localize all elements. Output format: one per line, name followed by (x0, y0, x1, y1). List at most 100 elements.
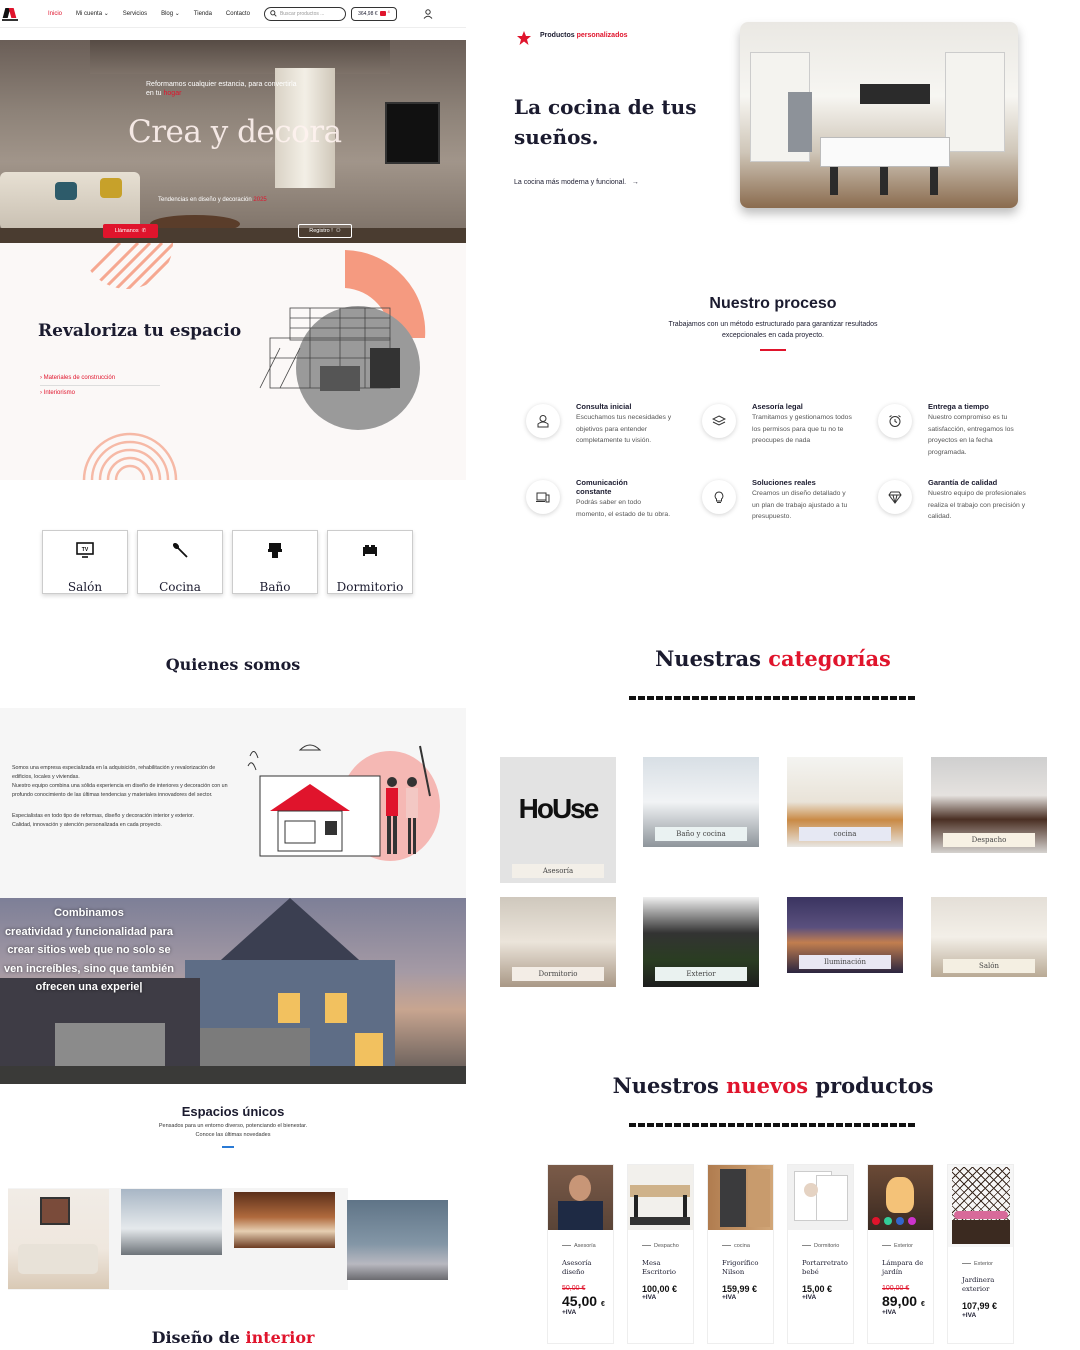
nav-servicios[interactable]: Servicios (123, 11, 147, 17)
nav-contacto[interactable]: Contacto (226, 11, 250, 17)
product-iva: +IVA (562, 1309, 577, 1316)
devices-icon (526, 480, 560, 514)
nav-inicio[interactable]: Inicio (48, 11, 62, 17)
product-price: 100,00 € (642, 1284, 678, 1294)
category-label: Iluminación (799, 955, 891, 969)
user-account-icon[interactable] (423, 8, 433, 19)
diseno-title: Diseño de interior (151, 1328, 315, 1347)
category-iluminacion[interactable]: Iluminación (787, 897, 903, 973)
espacios-subtitle: Pensados para un entorno diverso, potenc… (158, 1123, 308, 1138)
category-despacho[interactable]: Despacho (931, 757, 1047, 853)
nav-blog[interactable]: Blog ⌄ (161, 10, 180, 17)
category-label: Asesoría (512, 864, 604, 878)
product-image (708, 1165, 773, 1230)
dashed-divider (629, 1123, 917, 1127)
product-card[interactable]: Despacho Mesa Escritorio 100,00 € +IVA (627, 1164, 694, 1344)
product-card[interactable]: Exterior Jardinera exterior 107,99 € +IV… (947, 1164, 1014, 1344)
house-illustration (247, 744, 440, 861)
quienes-paragraph: Calidad, innovación y atención personali… (12, 822, 162, 828)
product-image (868, 1165, 933, 1230)
product-card[interactable]: Asesoría Asesoría diseño 50,00 € 45,00 €… (547, 1164, 614, 1344)
category-salon[interactable]: Salón (931, 897, 1047, 977)
proceso-title: Nuestro proceso (709, 295, 837, 312)
quienes-paragraph: Somos una empresa especializada en la ad… (12, 765, 216, 780)
category-label: Exterior (655, 967, 747, 981)
product-iva: +IVA (722, 1294, 737, 1301)
register-button[interactable]: Registro ! ⚇ (298, 224, 352, 238)
product-category: Asesoría (562, 1243, 596, 1249)
decorative-circles (82, 432, 178, 480)
attic-photo[interactable] (234, 1192, 335, 1248)
category-cocina[interactable]: cocina (787, 757, 903, 847)
product-card[interactable]: Exterior Lámpara de jardín 100,00 € 89,0… (867, 1164, 934, 1344)
nav-mi-cuenta[interactable]: Mi cuenta ⌄ (76, 10, 109, 17)
search-icon (270, 10, 277, 17)
chevron-down-icon: ⌄ (103, 11, 109, 17)
room-cocina[interactable]: Cocina (137, 530, 223, 594)
category-asesoria[interactable]: HoUse Asesoría (500, 757, 616, 883)
chevron-down-icon: ⌄ (174, 11, 180, 17)
link-interiorismo[interactable]: › Interiorismo (40, 390, 75, 396)
productos-title: Nuestros nuevos productos (612, 1073, 934, 1098)
proceso-subtitle: Trabajamos con un método estructurado pa… (668, 321, 878, 339)
product-image (788, 1165, 853, 1230)
room-label: Salón (67, 580, 103, 594)
product-category: Despacho (642, 1243, 679, 1249)
category-exterior[interactable]: Exterior (643, 897, 759, 987)
quienes-section: Somos una empresa especializada en la ad… (0, 708, 466, 898)
product-name: Portarretrato bebé (802, 1259, 848, 1276)
category-bano-cocina[interactable]: Baño y cocina (643, 757, 759, 847)
alarm-clock-icon (878, 404, 912, 438)
layers-icon (702, 404, 736, 438)
link-materiales[interactable]: › Materiales de construcción (40, 375, 115, 381)
product-card[interactable]: cocina Frigorífico Nilson 159,99 € +IVA (707, 1164, 774, 1344)
quienes-paragraph: Especialistas en todo tipo de reformas, … (12, 813, 194, 819)
quienes-paragraph: Nuestro equipo combina una sólida experi… (12, 783, 228, 798)
product-name: Frigorífico Nilson (722, 1259, 759, 1276)
revaloriza-title: Revaloriza tu espacio (38, 321, 242, 341)
cart-button[interactable]: 364,98 € 4 (350, 6, 397, 21)
productos-personalizados-label: Productos personalizados (540, 32, 628, 39)
room-dormitorio[interactable]: Dormitorio (327, 530, 413, 594)
bathroom-photo[interactable] (121, 1189, 222, 1255)
nav-tienda[interactable]: Tienda (194, 11, 212, 17)
product-old-price: 100,00 € (882, 1285, 910, 1292)
site-logo[interactable] (2, 6, 18, 22)
tv-image (385, 102, 440, 164)
toothbrush-icon (268, 543, 282, 558)
building-sketch-image (259, 250, 426, 430)
room-label: Baño (259, 580, 291, 594)
bedroom-photo[interactable] (347, 1200, 448, 1280)
category-label: Dormitorio (512, 967, 604, 981)
svg-text:TV: TV (82, 547, 89, 553)
search-input[interactable]: Buscar productos ... (263, 6, 346, 21)
diamond-icon (878, 480, 912, 514)
hero-trend: Tendencias en diseño y decoración 2025 (158, 197, 267, 203)
kitchen-link[interactable]: La cocina más moderna y funcional. → (514, 179, 639, 186)
tv-icon: TV (76, 542, 94, 558)
section-divider (222, 1146, 234, 1148)
room-bano[interactable]: Baño (232, 530, 318, 594)
category-label: Baño y cocina (655, 827, 747, 841)
product-price: 45,00 € (562, 1293, 605, 1309)
room-label: Cocina (159, 580, 201, 594)
category-dormitorio[interactable]: Dormitorio (500, 897, 616, 987)
room-salon[interactable]: TV Salón (42, 530, 128, 594)
living-room-photo[interactable] (8, 1189, 109, 1289)
top-nav: Inicio Mi cuenta ⌄ Servicios Blog ⌄ Tien… (0, 0, 466, 28)
product-card[interactable]: Dormitorio Portarretrato bebé 15,00 € +I… (787, 1164, 854, 1344)
cart-count: 4 (387, 8, 390, 14)
star-icon (517, 31, 531, 45)
product-name: Jardinera exterior (962, 1276, 995, 1293)
kitchen-photo (740, 22, 1018, 208)
hero-title: Crea y decora (128, 114, 342, 150)
category-label: Salón (943, 959, 1035, 973)
product-price: 107,99 € (962, 1301, 998, 1311)
product-price: 15,00 € (802, 1284, 833, 1294)
decorative-stripes (81, 243, 173, 289)
product-name: Asesoría diseño (562, 1259, 592, 1276)
call-button[interactable]: Llámanos ✆ (103, 224, 158, 238)
category-label: Despacho (943, 833, 1035, 847)
category-label: cocina (799, 827, 891, 841)
spatula-icon (172, 542, 188, 558)
